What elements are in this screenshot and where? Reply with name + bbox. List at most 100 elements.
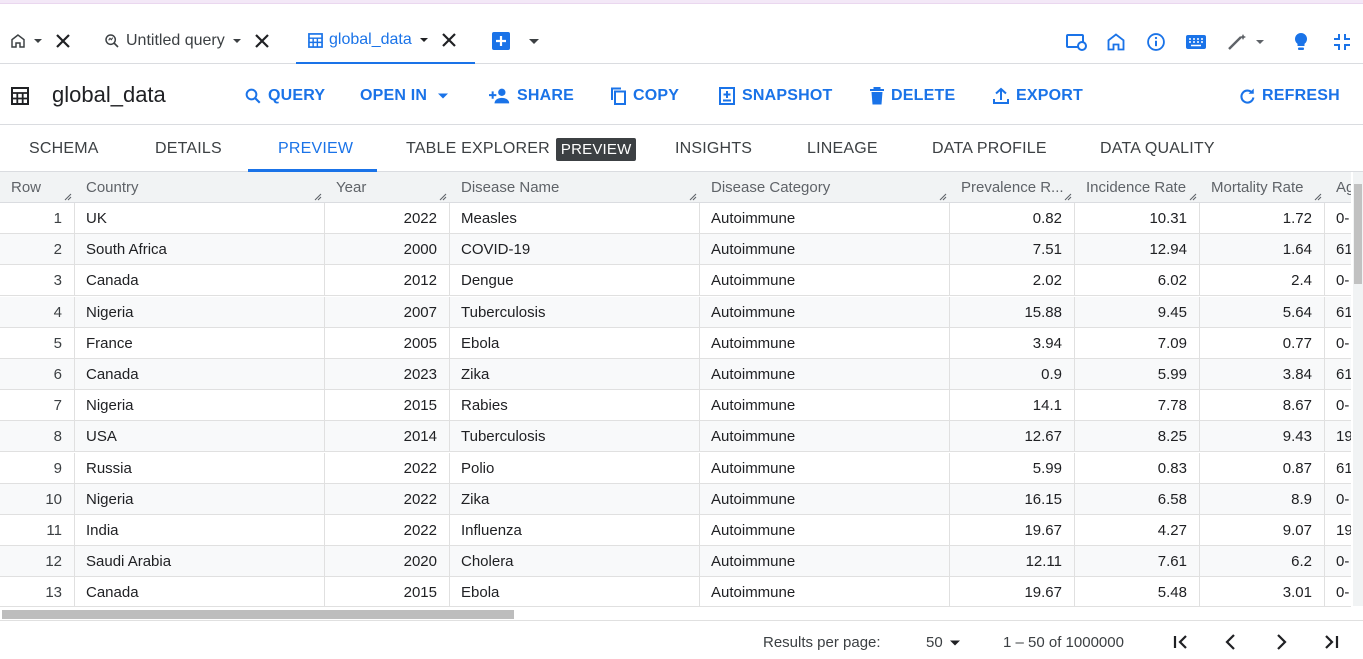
table-cell[interactable]: 2022 — [325, 483, 450, 515]
table-cell[interactable]: 2 — [0, 234, 75, 266]
close-icon[interactable] — [441, 33, 456, 47]
table-cell[interactable]: 7.61 — [1075, 546, 1200, 578]
resize-handle-icon[interactable] — [1312, 191, 1322, 201]
snapshot-button[interactable]: SNAPSHOT — [718, 85, 833, 107]
table-cell[interactable]: 10.31 — [1075, 203, 1200, 234]
tab-lineage[interactable]: LINEAGE — [807, 126, 878, 172]
table-cell[interactable]: 5 — [0, 327, 75, 359]
table-cell[interactable]: Zika — [450, 359, 700, 390]
table-row[interactable]: 4 Nigeria 2007 Tuberculosis Autoimmune 15.88 9… — [0, 296, 1351, 328]
table-cell[interactable]: 7.09 — [1075, 327, 1200, 359]
table-row[interactable]: 8 USA 2014 Tuberculosis Autoimmune 12.67 8.25 9… — [0, 421, 1351, 453]
table-cell[interactable]: 2015 — [325, 577, 450, 606]
table-row[interactable]: 13 Canada 2015 Ebola Autoimmune 19.67 5.48 3.01… — [0, 577, 1351, 606]
table-cell[interactable]: 19.67 — [950, 577, 1075, 606]
column-header[interactable]: Prevalence R... — [950, 172, 1075, 203]
next-page-button[interactable] — [1270, 631, 1292, 653]
tab-details[interactable]: DETAILS — [155, 126, 222, 172]
table-cell[interactable]: 0.82 — [950, 203, 1075, 234]
table-cell[interactable]: 8.9 — [1200, 483, 1325, 515]
table-cell[interactable]: Zika — [450, 483, 700, 515]
table-cell[interactable]: 8.25 — [1075, 421, 1200, 453]
table-row[interactable]: 1 UK 2022 Measles Autoimmune 0.82 10.31 1.72 0- — [0, 203, 1351, 234]
table-cell[interactable]: Rabies — [450, 390, 700, 422]
table-cell[interactable]: 3.01 — [1200, 577, 1325, 606]
column-header[interactable]: Row — [0, 172, 75, 203]
tab-data-quality[interactable]: DATA QUALITY — [1100, 126, 1215, 172]
table-cell[interactable]: 5.99 — [1075, 359, 1200, 390]
table-cell[interactable]: 12 — [0, 546, 75, 578]
table-cell[interactable]: 5.64 — [1200, 296, 1325, 328]
table-cell[interactable]: Autoimmune — [700, 265, 950, 297]
table-cell[interactable]: 19.67 — [950, 515, 1075, 546]
table-cell[interactable]: 6.02 — [1075, 265, 1200, 297]
table-row[interactable]: 7 Nigeria 2015 Rabies Autoimmune 14.1 7.78 8.67… — [0, 390, 1351, 422]
resize-handle-icon[interactable] — [312, 191, 322, 201]
table-cell[interactable]: 19 — [1325, 515, 1351, 546]
table-cell[interactable]: 15.88 — [950, 296, 1075, 328]
table-cell[interactable]: Polio — [450, 452, 700, 484]
table-cell[interactable]: 12.11 — [950, 546, 1075, 578]
table-cell[interactable]: India — [75, 515, 325, 546]
table-cell[interactable]: USA — [75, 421, 325, 453]
table-cell[interactable]: 1.72 — [1200, 203, 1325, 234]
keyboard-icon[interactable] — [1184, 30, 1208, 54]
table-cell[interactable]: COVID-19 — [450, 234, 700, 266]
table-cell[interactable]: 3 — [0, 265, 75, 297]
tab-schema[interactable]: SCHEMA — [29, 126, 99, 172]
table-cell[interactable]: 0- — [1325, 265, 1351, 296]
resize-handle-icon[interactable] — [1062, 191, 1072, 201]
export-button[interactable]: EXPORT — [992, 85, 1083, 107]
table-cell[interactable]: 1.64 — [1200, 234, 1325, 266]
table-cell[interactable]: 0- — [1325, 484, 1351, 515]
table-cell[interactable]: 3.84 — [1200, 359, 1325, 390]
table-cell[interactable]: 9.43 — [1200, 421, 1325, 453]
resize-handle-icon[interactable] — [937, 191, 947, 201]
table-cell[interactable]: Measles — [450, 203, 700, 234]
table-cell[interactable]: Influenza — [450, 515, 700, 546]
table-cell[interactable]: 0- — [1325, 328, 1351, 359]
table-cell[interactable]: Russia — [75, 452, 325, 484]
table-cell[interactable]: 12.67 — [950, 421, 1075, 453]
table-cell[interactable]: 6 — [0, 359, 75, 390]
table-cell[interactable]: 61 — [1325, 297, 1351, 328]
resize-handle-icon[interactable] — [1187, 191, 1197, 201]
column-header[interactable]: Year — [325, 172, 450, 203]
table-cell[interactable]: 4 — [0, 296, 75, 328]
column-header[interactable]: Disease Name — [450, 172, 700, 203]
vertical-scrollbar[interactable] — [1353, 172, 1363, 606]
table-cell[interactable]: Autoimmune — [700, 359, 950, 390]
table-cell[interactable]: 8.67 — [1200, 390, 1325, 422]
copy-button[interactable]: COPY — [610, 85, 679, 107]
table-cell[interactable]: Autoimmune — [700, 483, 950, 515]
table-row[interactable]: 9Russia2022PolioAutoimmune5.990.830.8761 — [0, 452, 1351, 484]
caret-down-icon[interactable] — [231, 35, 243, 47]
table-row[interactable]: 10 Nigeria 2022 Zika Autoimmune 16.15 6.58 8.9 0… — [0, 483, 1351, 515]
scrollbar-thumb[interactable] — [2, 610, 514, 619]
table-row[interactable]: 5 France 2005 Ebola Autoimmune 3.94 7.09 0.77 0- — [0, 327, 1351, 359]
monitor-settings-icon[interactable] — [1064, 30, 1088, 54]
table-cell[interactable]: 7.78 — [1075, 390, 1200, 422]
table-cell[interactable]: 5.48 — [1075, 577, 1200, 606]
table-cell[interactable]: 2014 — [325, 421, 450, 453]
table-cell[interactable]: 2015 — [325, 390, 450, 422]
table-cell[interactable]: Autoimmune — [700, 421, 950, 453]
add-tab-caret-icon[interactable] — [526, 30, 542, 52]
table-cell[interactable]: Nigeria — [75, 296, 325, 328]
close-icon[interactable] — [56, 34, 70, 48]
table-cell[interactable]: Tuberculosis — [450, 421, 700, 453]
table-cell[interactable]: Saudi Arabia — [75, 546, 325, 578]
info-icon[interactable] — [1144, 30, 1168, 54]
scrollbar-thumb[interactable] — [1354, 184, 1362, 284]
table-cell[interactable]: Autoimmune — [700, 234, 950, 266]
table-cell[interactable]: Autoimmune — [700, 546, 950, 578]
magic-wand-icon[interactable] — [1224, 30, 1268, 54]
table-cell[interactable]: 3.94 — [950, 327, 1075, 359]
table-cell[interactable]: 0- — [1325, 577, 1351, 606]
table-cell[interactable]: 4.27 — [1075, 515, 1200, 546]
table-cell[interactable]: 7 — [0, 390, 75, 422]
tab-table-explorer[interactable]: TABLE EXPLORER PREVIEW — [406, 126, 637, 172]
table-cell[interactable]: Canada — [75, 577, 325, 606]
table-cell[interactable]: 12.94 — [1075, 234, 1200, 266]
table-cell[interactable]: Autoimmune — [700, 577, 950, 606]
